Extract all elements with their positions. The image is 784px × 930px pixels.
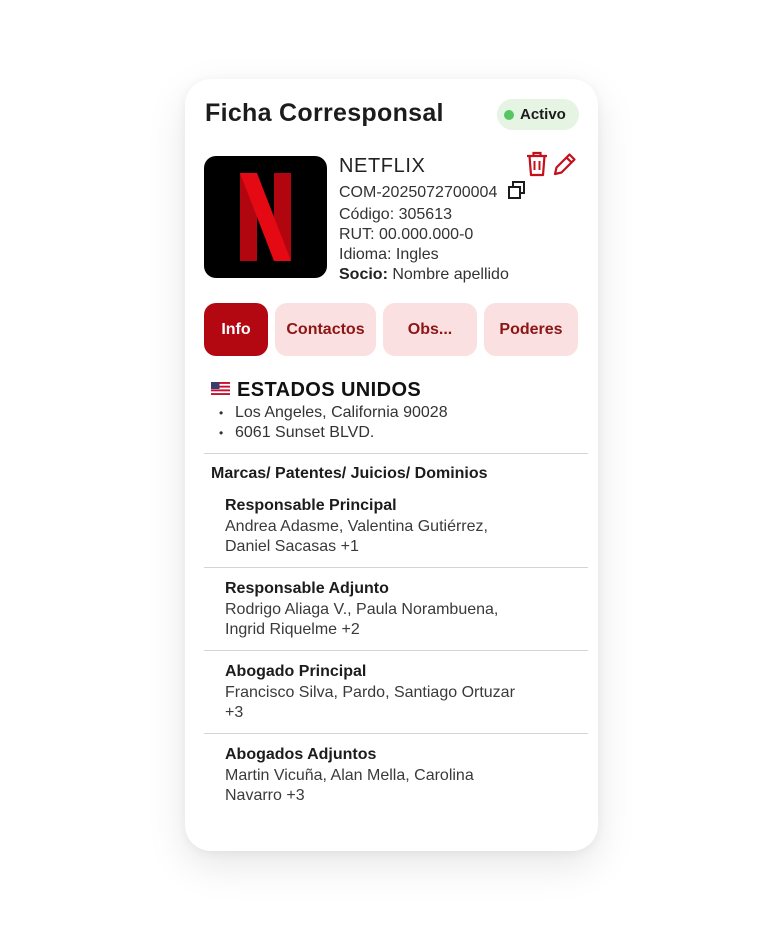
divider <box>204 567 588 568</box>
role-names: Martin Vicuña, Alan Mella, Carolina Navar… <box>225 766 565 806</box>
responsable-principal: Responsable Principal Andrea Adasme, Val… <box>225 496 565 557</box>
divider <box>204 453 588 454</box>
netflix-n-logo <box>204 156 327 278</box>
names-line: Navarro +3 <box>225 787 305 804</box>
tab-contactos[interactable]: Contactos <box>275 303 376 356</box>
role-label: Abogado Principal <box>225 663 367 680</box>
abogado-principal: Abogado Principal Francisco Silva, Pardo… <box>225 662 565 723</box>
tab-observaciones[interactable]: Obs... <box>383 303 477 356</box>
divider <box>204 650 588 651</box>
client-name: NETFLIX <box>339 155 426 177</box>
country-row: ESTADOS UNIDOS <box>211 379 421 402</box>
tab-bar: Info Contactos Obs... Poderes <box>204 303 578 356</box>
client-language: Idioma: Ingles <box>339 246 439 263</box>
us-flag-icon <box>211 381 230 400</box>
role-names: Francisco Silva, Pardo, Santiago Ortuzar… <box>225 683 565 723</box>
client-rut: RUT: 00.000.000-0 <box>339 226 474 243</box>
names-line: Francisco Silva, Pardo, Santiago Ortuzar <box>225 684 515 701</box>
client-id-row: COM-2025072700004 <box>339 180 527 205</box>
partner-label: Socio: <box>339 266 388 283</box>
role-label: Responsable Principal <box>225 497 397 514</box>
address-list: Los Angeles, California 90028 6061 Sunse… <box>219 403 448 443</box>
status-badge: Activo <box>497 99 579 130</box>
names-line: Daniel Sacasas +1 <box>225 538 359 555</box>
role-names: Andrea Adasme, Valentina Gutiérrez, Danie… <box>225 517 565 557</box>
partner-name: Nombre apellido <box>387 266 509 283</box>
client-code: Código: 305613 <box>339 206 452 223</box>
pencil-icon[interactable] <box>552 151 578 182</box>
copy-icon[interactable] <box>507 180 527 205</box>
tab-info[interactable]: Info <box>204 303 268 356</box>
section-title: Marcas/ Patentes/ Juicios/ Dominios <box>211 465 488 482</box>
status-dot-icon <box>504 109 514 120</box>
names-line: Ingrid Riquelme +2 <box>225 621 360 638</box>
client-id: COM-2025072700004 <box>339 183 498 201</box>
card-title: Ficha Corresponsal <box>205 99 444 127</box>
status-label: Activo <box>520 106 566 123</box>
names-line: Martin Vicuña, Alan Mella, Carolina <box>225 767 474 784</box>
names-line: Andrea Adasme, Valentina Gutiérrez, <box>225 518 488 535</box>
address-line: 6061 Sunset BLVD. <box>219 423 448 443</box>
address-line: Los Angeles, California 90028 <box>219 403 448 423</box>
responsable-adjunto: Responsable Adjunto Rodrigo Aliaga V., P… <box>225 579 565 640</box>
trash-icon[interactable] <box>526 151 548 182</box>
netflix-n-logo-graphic <box>240 173 291 261</box>
role-label: Responsable Adjunto <box>225 580 389 597</box>
names-line: Rodrigo Aliaga V., Paula Norambuena, <box>225 601 499 618</box>
card-actions <box>526 151 578 182</box>
abogados-adjuntos: Abogados Adjuntos Martin Vicuña, Alan Me… <box>225 745 565 806</box>
role-label: Abogados Adjuntos <box>225 746 377 763</box>
client-info: NETFLIX COM-2025072700004 Código: 305613… <box>339 155 527 285</box>
names-line: +3 <box>225 704 244 721</box>
tab-poderes[interactable]: Poderes <box>484 303 578 356</box>
client-partner: Socio: Nombre apellido <box>339 265 527 285</box>
correspondent-card: Ficha Corresponsal Activo NETFLIX COM-20… <box>185 79 598 851</box>
divider <box>204 733 588 734</box>
country-name: ESTADOS UNIDOS <box>237 379 422 401</box>
role-names: Rodrigo Aliaga V., Paula Norambuena, Ingr… <box>225 600 565 640</box>
